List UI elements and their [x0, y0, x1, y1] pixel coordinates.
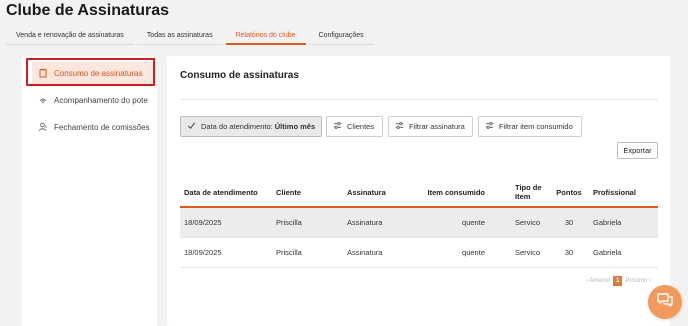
pagination-current-page[interactable]: 1 [613, 276, 623, 286]
export-button[interactable]: Exportar [617, 142, 658, 159]
column-header[interactable]: Data de atendimento [180, 178, 272, 208]
clients-filter-button[interactable]: Clientes [326, 116, 383, 137]
sidebar-item-consumo[interactable]: Consumo de assinaturas [32, 62, 154, 84]
tab-relatorios-clube[interactable]: Relatórios do clube [225, 29, 306, 45]
sidebar: Consumo de assinaturas Acompanhamento do… [22, 56, 157, 326]
cell-client: Priscilla [272, 237, 343, 268]
chat-bubble-icon [656, 292, 674, 313]
cell-consumed-item: quente [415, 207, 489, 238]
table-row[interactable]: 18/09/2025 Priscilla Assinatura quente S… [180, 237, 658, 268]
sidebar-item-comissoes[interactable]: $ Fechamento de comissões [32, 116, 154, 138]
date-filter-value: Último mês [274, 122, 316, 131]
tab-configuracoes[interactable]: Configurações [308, 29, 374, 45]
column-header[interactable]: Cliente [272, 178, 343, 208]
filter-sliders-icon [333, 121, 347, 132]
cell-item-type: Servico [489, 207, 549, 238]
subscription-filter-button[interactable]: Filtrar assinatura [388, 116, 473, 137]
clients-filter-label: Clientes [347, 122, 375, 131]
sidebar-item-pote[interactable]: Acompanhamento do pote [32, 89, 154, 111]
filter-sliders-icon [485, 121, 499, 132]
cell-professional: Gabriela [589, 207, 658, 238]
column-header[interactable]: Profissional [589, 178, 658, 208]
table-row[interactable]: 18/09/2025 Priscilla Assinatura quente S… [180, 207, 658, 238]
date-filter-button[interactable]: Data do atendimento: Último mês [180, 116, 322, 137]
check-icon [187, 121, 201, 132]
subscription-filter-label: Filtrar assinatura [409, 122, 465, 131]
cell-date: 18/09/2025 [180, 237, 272, 268]
consumed-item-filter-button[interactable]: Filtrar item consumido [478, 116, 582, 137]
divider [180, 99, 658, 100]
column-header[interactable]: Pontos [549, 178, 589, 208]
clipboard-icon [38, 68, 48, 78]
signal-icon [38, 95, 48, 105]
user-money-icon: $ [38, 122, 48, 132]
pagination-next[interactable]: Próximo › [625, 278, 651, 284]
date-filter-label: Data do atendimento: [201, 122, 273, 131]
cell-subscription: Assinatura [343, 237, 415, 268]
main-panel: Consumo de assinaturas Data do atendimen… [167, 56, 670, 326]
filter-sliders-icon [395, 121, 409, 132]
cell-client: Priscilla [272, 207, 343, 238]
cell-professional: Gabriela [589, 237, 658, 268]
column-header[interactable]: Item consumido [415, 178, 489, 208]
svg-text:$: $ [45, 124, 48, 129]
cell-points: 30 [549, 237, 589, 268]
tab-bar: Venda e renovação de assinaturas Todas a… [6, 29, 377, 45]
sidebar-item-label: Consumo de assinaturas [54, 68, 143, 78]
section-title: Consumo de assinaturas [180, 70, 299, 81]
consumption-table: Data de atendimento Cliente Assinatura I… [180, 178, 658, 268]
cell-subscription: Assinatura [343, 207, 415, 238]
tab-venda-renovacao[interactable]: Venda e renovação de assinaturas [6, 29, 134, 45]
tab-todas-assinaturas[interactable]: Todas as assinaturas [136, 29, 223, 45]
page-title: Clube de Assinaturas [6, 2, 170, 19]
cell-consumed-item: quente [415, 237, 489, 268]
sidebar-item-label: Acompanhamento do pote [54, 95, 148, 105]
cell-points: 30 [549, 207, 589, 238]
pagination-prev[interactable]: ‹ Anterior [586, 278, 610, 284]
column-header[interactable]: Assinatura [343, 178, 415, 208]
pagination: ‹ Anterior 1 Próximo › [586, 276, 651, 286]
column-header[interactable]: Tipo de Item [489, 178, 549, 208]
consumed-item-filter-label: Filtrar item consumido [499, 122, 573, 131]
chat-button[interactable] [648, 285, 682, 319]
table-header-row: Data de atendimento Cliente Assinatura I… [180, 178, 658, 208]
cell-item-type: Servico [489, 237, 549, 268]
sidebar-item-label: Fechamento de comissões [54, 122, 150, 132]
cell-date: 18/09/2025 [180, 207, 272, 238]
